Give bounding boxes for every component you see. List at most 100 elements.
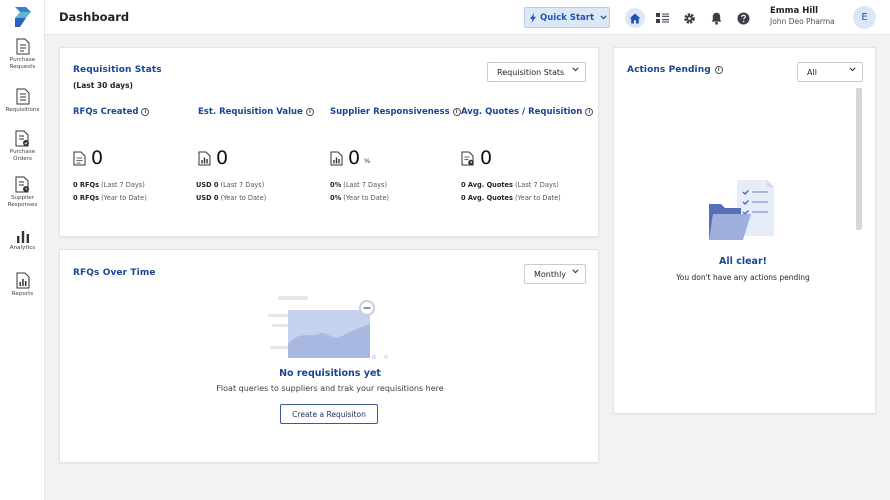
stat-number: 0 xyxy=(91,147,104,169)
actions-filter-dropdown[interactable]: All xyxy=(797,62,863,82)
empty-chart-illustration xyxy=(268,296,388,360)
sidebar-item-label: Requests xyxy=(9,64,36,70)
document-icon xyxy=(16,38,29,55)
stat-detail-last7: 0 RFQs (Last 7 Days) xyxy=(73,181,145,189)
notifications-button[interactable] xyxy=(706,8,726,28)
top-header: Dashboard Quick Start Emma Hill John Deo… xyxy=(45,0,890,35)
create-requisition-button[interactable]: Create a Requisiton xyxy=(280,404,378,424)
sidebar-item-purchase-requests[interactable]: Purchase Requests xyxy=(0,38,45,71)
stat-detail-last7: USD 0 (Last 7 Days) xyxy=(196,181,264,189)
sidebar-item-label: Purchase xyxy=(9,57,36,63)
list-icon xyxy=(655,12,669,23)
help-icon xyxy=(737,12,749,24)
document-clock-icon xyxy=(461,151,474,165)
sidebar-item-label: Supplier xyxy=(10,195,35,201)
info-icon[interactable]: i xyxy=(452,107,461,116)
help-button[interactable] xyxy=(733,8,753,28)
stat-detail-last7: 0 Avg. Quotes (Last 7 Days) xyxy=(461,181,559,189)
sidebar-item-requisitions[interactable]: Requisitions xyxy=(0,88,45,114)
info-icon[interactable]: i xyxy=(305,107,314,116)
stat-detail-value: 0% xyxy=(330,181,342,189)
sidebar-item-purchase-orders[interactable]: Purchase Orders xyxy=(0,130,45,163)
stats-type-dropdown[interactable]: Requisition Stats xyxy=(487,62,586,82)
dropdown-value: All xyxy=(807,67,817,77)
stat-value-rfqs-created: 0 xyxy=(73,147,103,169)
sidebar-item-label: Analytics xyxy=(9,245,36,251)
sidebar-item-reports[interactable]: Reports xyxy=(0,272,45,298)
stat-detail-value: USD 0 xyxy=(196,194,219,202)
stat-detail-period: (Year to Date) xyxy=(512,194,561,202)
actions-pending-card: Actions Pending i All All clear! You don… xyxy=(613,47,876,414)
sidebar-item-label: Orders xyxy=(13,156,32,162)
stat-label-text: Avg. Quotes / Requisition xyxy=(461,107,583,117)
sidebar-item-supplier-responses[interactable]: Supplier Responses xyxy=(0,176,45,209)
logo-icon[interactable] xyxy=(12,5,34,29)
stat-label-est-requisition-value: Est. Requisition Value i xyxy=(198,107,314,117)
quick-start-label: Quick Start xyxy=(540,12,595,23)
stat-label-supplier-responsiveness: Supplier Responsiveness i xyxy=(330,107,461,117)
document-clock-icon xyxy=(15,176,29,193)
stat-detail-period: (Last 7 Days) xyxy=(341,181,388,189)
stat-label-text: Est. Requisition Value xyxy=(198,107,303,117)
stat-detail-period: (Year to Date) xyxy=(341,194,389,202)
stat-number: 0 xyxy=(216,147,229,169)
user-organization: John Deo Pharma xyxy=(770,17,835,26)
stat-unit: % xyxy=(364,157,371,165)
card-title: Requisition Stats xyxy=(73,65,162,75)
document-check-icon xyxy=(15,130,29,147)
stat-detail-ytd: 0 Avg. Quotes (Year to Date) xyxy=(461,194,561,202)
dropdown-value: Requisition Stats xyxy=(497,67,565,77)
stat-detail-ytd: 0% (Year to Date) xyxy=(330,194,389,202)
stat-value-supplier-responsiveness: 0 % xyxy=(330,147,370,169)
empty-state-description: Float queries to suppliers and trak your… xyxy=(216,384,444,393)
info-icon[interactable]: i xyxy=(141,107,150,116)
chart-doc-icon xyxy=(198,151,211,165)
stat-detail-value: 0 RFQs xyxy=(73,194,99,202)
bolt-icon xyxy=(530,12,536,23)
info-icon[interactable]: i xyxy=(585,107,594,116)
stat-detail-period: (Last 7 Days) xyxy=(218,181,265,189)
settings-button[interactable] xyxy=(679,8,699,28)
stat-number: 0 xyxy=(480,147,493,169)
chevron-down-icon xyxy=(572,269,579,274)
empty-state-description: You don't have any actions pending xyxy=(676,273,810,282)
stat-detail-value: USD 0 xyxy=(196,181,219,189)
sidebar-item-label: Purchase xyxy=(9,149,36,155)
info-icon[interactable]: i xyxy=(714,66,723,74)
quick-start-button[interactable]: Quick Start xyxy=(524,7,610,28)
card-title: RFQs Over Time xyxy=(73,268,156,278)
stat-detail-value: 0% xyxy=(330,194,342,202)
chevron-down-icon xyxy=(849,67,856,72)
card-title: Actions Pending i xyxy=(627,65,723,75)
chart-doc-icon xyxy=(330,151,343,165)
bar-chart-icon xyxy=(16,231,29,243)
stat-detail-value: 0 RFQs xyxy=(73,181,99,189)
stat-label-rfqs-created: RFQs Created i xyxy=(73,107,150,117)
card-title-text: Actions Pending xyxy=(627,65,711,75)
stat-detail-value: 0 Avg. Quotes xyxy=(461,194,513,202)
stat-detail-period: (Last 7 Days) xyxy=(99,181,145,189)
dropdown-value: Monthly xyxy=(534,269,567,279)
user-name: Emma Hill xyxy=(770,6,819,16)
document-icon xyxy=(73,151,86,165)
stat-detail-ytd: USD 0 (Year to Date) xyxy=(196,194,266,202)
sidebar-item-analytics[interactable]: Analytics xyxy=(0,230,45,252)
stat-label-text: RFQs Created xyxy=(73,107,139,117)
home-icon xyxy=(629,13,641,23)
document-list-icon xyxy=(16,88,29,105)
requisition-stats-card: Requisition Stats (Last 30 days) Requisi… xyxy=(59,47,599,237)
stat-detail-ytd: 0 RFQs (Year to Date) xyxy=(73,194,147,202)
list-view-button[interactable] xyxy=(652,8,672,28)
sidebar-item-label: Responses xyxy=(7,202,38,208)
sidebar-item-label: Requisitions xyxy=(5,107,40,113)
empty-state-title: All clear! xyxy=(719,256,767,267)
avatar[interactable]: E xyxy=(853,6,876,29)
home-button[interactable] xyxy=(625,8,645,28)
stat-value-est-requisition-value: 0 xyxy=(198,147,228,169)
stat-detail-period: (Year to Date) xyxy=(218,194,267,202)
actions-scrollbar[interactable] xyxy=(856,88,862,230)
stat-detail-period: (Year to Date) xyxy=(99,194,147,202)
stat-label-avg-quotes: Avg. Quotes / Requisition i xyxy=(461,107,594,117)
period-dropdown[interactable]: Monthly xyxy=(524,264,586,284)
sidebar-item-label: Reports xyxy=(11,291,34,297)
